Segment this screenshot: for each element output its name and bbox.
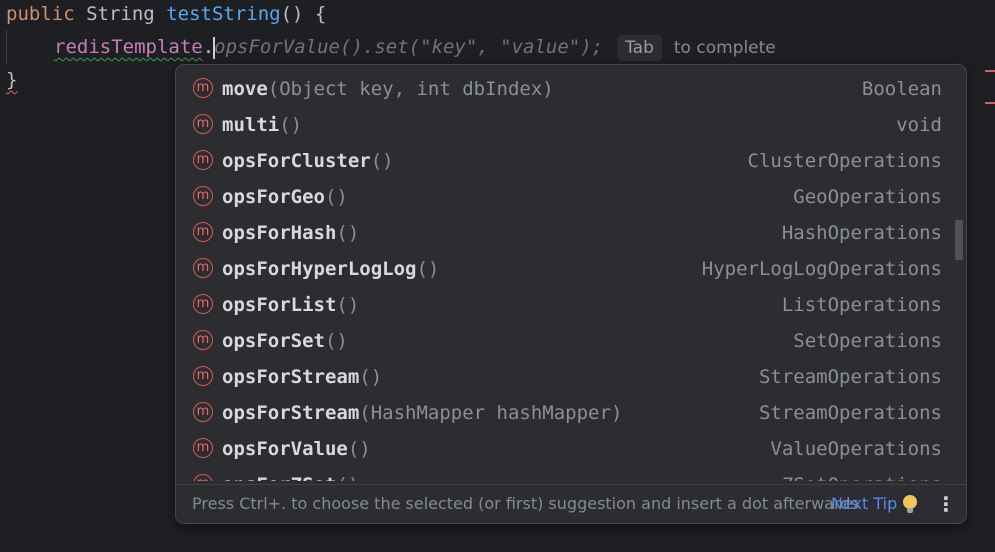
- method-name-text: opsForCluster: [222, 150, 371, 172]
- completion-item-name: opsForHyperLogLog(): [222, 251, 439, 287]
- completion-footer: Press Ctrl+. to choose the selected (or …: [176, 484, 966, 523]
- method-params: (): [324, 186, 348, 208]
- completion-item-return-type: ClusterOperations: [747, 150, 942, 172]
- completion-item[interactable]: m multi() void: [176, 107, 954, 143]
- completion-item-name: opsForHash(): [222, 215, 359, 251]
- method-params: (): [336, 294, 360, 316]
- method-icon: m: [193, 474, 213, 481]
- completion-item-name: move(Object key, int dbIndex): [222, 71, 554, 107]
- completion-item[interactable]: m opsForGeo() GeoOperations: [176, 179, 954, 215]
- return-type: String: [86, 3, 155, 25]
- completion-popup: m move(Object key, int dbIndex) Boolean m mu…: [175, 64, 967, 524]
- method-name-text: opsForHash: [222, 222, 337, 244]
- completion-item[interactable]: m opsForCluster() ClusterOperations: [176, 143, 954, 179]
- method-params: (): [416, 258, 440, 280]
- completion-item-name: opsForStream(HashMapper hashMapper): [222, 395, 622, 431]
- code-line-3: }: [6, 66, 17, 94]
- method-params: (): [336, 222, 360, 244]
- completion-item-return-type: HashOperations: [781, 222, 942, 244]
- indent-guide: [6, 30, 7, 64]
- completion-list[interactable]: m move(Object key, int dbIndex) Boolean m mu…: [176, 71, 954, 481]
- method-name-text: opsForHyperLogLog: [222, 258, 417, 280]
- code-line-2: redisTemplate.opsForValue().set("key", "…: [54, 33, 776, 61]
- method-icon: m: [193, 258, 213, 278]
- method-name-text: opsForSet: [222, 330, 325, 352]
- method-params: (): [279, 114, 303, 136]
- completion-item-name: opsForGeo(): [222, 179, 348, 215]
- more-options-icon[interactable]: ⋮: [936, 485, 956, 523]
- footer-hint-text: Press Ctrl+. to choose the selected (or …: [192, 494, 859, 513]
- completion-item-return-type: Boolean: [861, 78, 942, 100]
- method-icon: m: [193, 294, 213, 314]
- lightbulb-icon: [903, 495, 917, 513]
- method-icon: m: [193, 402, 213, 422]
- completion-item-name: opsForStream(): [222, 359, 382, 395]
- method-params: (): [324, 330, 348, 352]
- completion-item-name: multi(): [222, 107, 302, 143]
- method-icon: m: [193, 330, 213, 350]
- keyword-public: public: [6, 3, 75, 25]
- method-name-text: opsForValue: [222, 438, 348, 460]
- field-redis-template: redisTemplate: [54, 36, 203, 58]
- completion-item-return-type: ValueOperations: [770, 438, 942, 460]
- completion-item[interactable]: m opsForList() ListOperations: [176, 287, 954, 323]
- method-icon: m: [193, 438, 213, 458]
- completion-item-return-type: ListOperations: [781, 294, 942, 316]
- completion-item[interactable]: m opsForHash() HashOperations: [176, 215, 954, 251]
- tab-key-badge: Tab: [617, 35, 662, 61]
- completion-item[interactable]: m opsForHyperLogLog() HyperLogLogOperation…: [176, 251, 954, 287]
- method-params: (): [336, 474, 359, 481]
- method-name-text: opsForList: [222, 294, 337, 316]
- completion-item-name: opsForCluster(): [222, 143, 394, 179]
- completion-item-return-type: StreamOperations: [758, 366, 942, 388]
- method-icon: m: [193, 222, 213, 242]
- method-params: (Object key, int dbIndex): [267, 78, 554, 100]
- method-name-text: opsForStream: [222, 366, 360, 388]
- method-params: (): [370, 150, 394, 172]
- closing-brace: }: [6, 69, 18, 91]
- method-signature-rest: () {: [280, 3, 327, 25]
- method-name-text: opsForStream: [222, 402, 360, 424]
- method-icon: m: [193, 366, 213, 386]
- completion-item[interactable]: m opsForStream() StreamOperations: [176, 359, 954, 395]
- next-tip-link[interactable]: Next Tip: [831, 485, 897, 523]
- inline-completion-ghost: opsForValue().set("key", "value");: [214, 36, 604, 58]
- completion-item-name: opsForZSet(): [222, 467, 359, 481]
- completion-scrollbar[interactable]: [955, 220, 963, 260]
- method-icon: m: [193, 186, 213, 206]
- method-params: (): [347, 438, 371, 460]
- completion-item-return-type: SetOperations: [793, 330, 942, 352]
- completion-item[interactable]: m opsForSet() SetOperations: [176, 323, 954, 359]
- completion-item-return-type: GeoOperations: [793, 186, 942, 208]
- completion-item-name: opsForList(): [222, 287, 359, 323]
- method-params: (HashMapper hashMapper): [359, 402, 623, 424]
- completion-item-return-type: void: [896, 114, 942, 136]
- error-stripe-mark[interactable]: [985, 102, 995, 104]
- completion-item-name: opsForValue(): [222, 431, 371, 467]
- completion-item-return-type: StreamOperations: [758, 402, 942, 424]
- method-icon: m: [193, 78, 213, 98]
- completion-item-name: opsForSet(): [222, 323, 348, 359]
- completion-item-return-type: HyperLogLogOperations: [701, 258, 942, 280]
- error-stripe-mark[interactable]: [985, 70, 995, 72]
- method-name-text: opsForGeo: [222, 186, 325, 208]
- tab-hint-text: to complete: [673, 38, 776, 58]
- method-name: testString: [166, 3, 281, 25]
- method-name-text: move: [222, 78, 268, 100]
- method-icon: m: [193, 150, 213, 170]
- completion-item[interactable]: m opsForStream(HashMapper hashMapper) Stre…: [176, 395, 954, 431]
- completion-item[interactable]: m opsForZSet() ZSetOperations: [176, 467, 954, 481]
- completion-item[interactable]: m opsForValue() ValueOperations: [176, 431, 954, 467]
- method-name-text: multi: [222, 114, 280, 136]
- completion-item[interactable]: m move(Object key, int dbIndex) Boolean: [176, 71, 954, 107]
- code-line-1: public String testString() {: [6, 0, 326, 28]
- method-name-text: opsForZSet: [222, 474, 336, 481]
- completion-item-return-type: ZSetOperations: [782, 467, 942, 481]
- method-icon: m: [193, 114, 213, 134]
- method-params: (): [359, 366, 383, 388]
